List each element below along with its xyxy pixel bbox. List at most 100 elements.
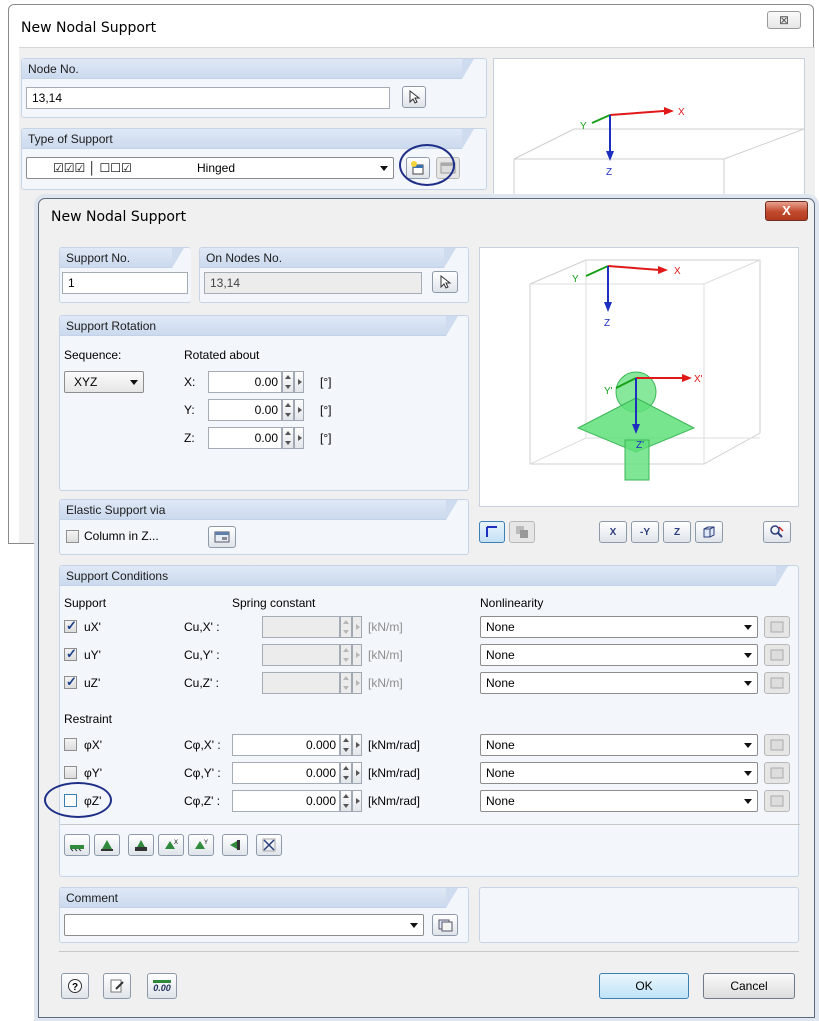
rot-z-input[interactable]: 0.00 xyxy=(208,427,282,449)
hinged-support-icon xyxy=(101,840,113,851)
cphix-input[interactable]: 0.000 xyxy=(232,734,340,756)
cuz-input[interactable] xyxy=(262,672,340,694)
cphix-spinner[interactable] xyxy=(340,734,362,756)
view-z-icon: Z xyxy=(673,526,681,538)
help-button[interactable]: ? xyxy=(61,973,89,999)
rot-y-input[interactable]: 0.00 xyxy=(208,399,282,421)
ux-nonlinearity-select[interactable]: None xyxy=(480,616,758,638)
chevron-down-icon xyxy=(744,743,752,748)
front-dialog: New Nodal Support X Support No. 1 On Nod… xyxy=(38,198,815,1018)
cuz-spinner[interactable] xyxy=(340,672,362,694)
cphiy-input[interactable]: 0.000 xyxy=(232,762,340,784)
view-z-button[interactable]: Z xyxy=(663,521,691,543)
back-pick-node-button[interactable] xyxy=(402,86,426,108)
preview-graphic: X Y Z X' Y' Z' xyxy=(529,259,761,481)
edit-dialog-icon xyxy=(770,621,784,633)
conditions-header: Support Conditions xyxy=(60,566,788,586)
svg-text:X: X xyxy=(174,840,178,846)
preset-hinged-button[interactable] xyxy=(94,834,120,856)
rot-z-spinner[interactable] xyxy=(282,427,304,449)
show-axes-button[interactable] xyxy=(479,521,505,543)
cux-unit: [kN/m] xyxy=(368,620,403,634)
back-type-select[interactable]: ☑☑☑ │ ☐☐☑ Hinged xyxy=(26,157,394,179)
cphiz-input[interactable]: 0.000 xyxy=(232,790,340,812)
edit-notes-button[interactable] xyxy=(103,973,131,999)
cux-spinner[interactable] xyxy=(340,616,362,638)
sequence-label: Sequence: xyxy=(64,348,122,362)
rot-x-unit: [°] xyxy=(320,375,332,389)
sequence-select[interactable]: XYZ xyxy=(64,371,144,393)
back-highlight-circle xyxy=(399,144,455,186)
edit-dialog-icon xyxy=(770,795,784,807)
phix-nonlin-edit-button[interactable] xyxy=(764,734,790,756)
rot-y-spinner[interactable] xyxy=(282,399,304,421)
comment-library-button[interactable] xyxy=(432,914,458,936)
support-no-panel: Support No. 1 xyxy=(59,247,191,303)
uz-checkbox[interactable] xyxy=(64,674,77,690)
phiy-checkbox[interactable] xyxy=(64,766,77,779)
preset-hinged-x-button[interactable]: X xyxy=(158,834,184,856)
uz-nonlinearity-value: None xyxy=(486,676,515,690)
render-mode-button[interactable] xyxy=(509,521,535,543)
phiz-nonlin-edit-button[interactable] xyxy=(764,790,790,812)
rot-x-spinner[interactable] xyxy=(282,371,304,393)
uz-nonlin-edit-button[interactable] xyxy=(764,672,790,694)
view-y-button[interactable]: -Y xyxy=(631,521,659,543)
comment-panel: Comment xyxy=(59,887,469,943)
uy-checkbox[interactable] xyxy=(64,646,77,662)
preview-toolbar: X -Y Z xyxy=(479,515,799,551)
preset-hinged-y-button[interactable]: Y xyxy=(188,834,214,856)
cursor-pick-icon xyxy=(409,90,421,104)
cphiy-unit: [kNm/rad] xyxy=(368,766,421,780)
phix-nonlinearity-select[interactable]: None xyxy=(480,734,758,756)
view-iso-button[interactable] xyxy=(695,521,723,543)
reset-view-button[interactable] xyxy=(763,521,791,543)
phiz-nonlinearity-select[interactable]: None xyxy=(480,790,758,812)
edit-dialog-icon xyxy=(214,531,230,543)
cuy-spinner[interactable] xyxy=(340,644,362,666)
cux-input[interactable] xyxy=(262,616,340,638)
preset-free-button[interactable] xyxy=(256,834,282,856)
cuy-label: Cu,Y' : xyxy=(184,648,220,662)
preset-fixed-button[interactable] xyxy=(128,834,154,856)
on-nodes-label: On Nodes No. xyxy=(200,248,456,268)
column-in-z-checkbox[interactable] xyxy=(66,530,79,543)
axis-z-label: Z xyxy=(604,318,610,329)
calculator-button[interactable]: 0.00 xyxy=(147,973,177,999)
back-node-input[interactable]: 13,14 xyxy=(26,87,390,109)
ground-spring-icon xyxy=(70,845,84,852)
on-nodes-input[interactable]: 13,14 xyxy=(204,272,422,294)
cancel-button[interactable]: Cancel xyxy=(703,973,795,999)
preset-elastic-button[interactable] xyxy=(64,834,90,856)
uy-nonlinearity-select[interactable]: None xyxy=(480,644,758,666)
uy-nonlin-edit-button[interactable] xyxy=(764,644,790,666)
back-type-checks: ☑☑☑ │ ☐☐☑ xyxy=(53,161,132,175)
cphiz-spinner[interactable] xyxy=(340,790,362,812)
back-dialog-title: New Nodal Support xyxy=(21,20,157,36)
footer-divider xyxy=(59,951,799,952)
support-no-input[interactable]: 1 xyxy=(62,272,188,294)
cphiy-spinner[interactable] xyxy=(340,762,362,784)
cuy-input[interactable] xyxy=(262,644,340,666)
front-close-button[interactable]: X xyxy=(765,201,808,221)
back-close-button[interactable]: ⊠ xyxy=(767,11,801,29)
comment-side-panel xyxy=(479,887,799,943)
column-edit-button[interactable] xyxy=(208,526,236,548)
ux-checkbox[interactable] xyxy=(64,618,77,634)
preset-wall-button[interactable] xyxy=(222,834,248,856)
phix-checkbox[interactable] xyxy=(64,738,77,751)
ux-nonlin-edit-button[interactable] xyxy=(764,616,790,638)
view-x-button[interactable]: X xyxy=(599,521,627,543)
uz-nonlinearity-select[interactable]: None xyxy=(480,672,758,694)
cuz-label: Cu,Z' : xyxy=(184,676,219,690)
zoom-reset-icon xyxy=(770,525,784,538)
phiy-nonlin-edit-button[interactable] xyxy=(764,762,790,784)
pick-nodes-button[interactable] xyxy=(432,271,458,293)
uy-label: uY' xyxy=(84,648,101,662)
rot-x-input[interactable]: 0.00 xyxy=(208,371,282,393)
chevron-down-icon xyxy=(744,625,752,630)
phiy-nonlinearity-select[interactable]: None xyxy=(480,762,758,784)
phiy-label: φY' xyxy=(84,766,103,780)
comment-input[interactable] xyxy=(64,914,424,936)
ok-button[interactable]: OK xyxy=(599,973,689,999)
